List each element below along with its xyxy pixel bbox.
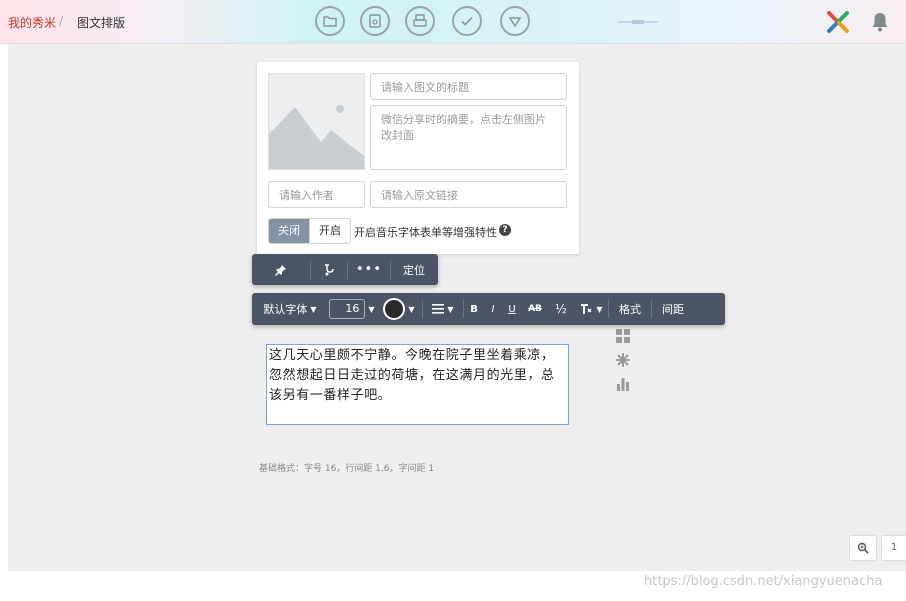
top-bar: 我的秀米 / 图文排版 bbox=[0, 0, 906, 44]
font-size-value[interactable]: 16 bbox=[329, 299, 366, 319]
check-icon bbox=[461, 16, 473, 26]
align-justify-icon bbox=[432, 304, 445, 314]
toggle-off-button[interactable]: 关闭 bbox=[269, 219, 309, 243]
locate-button[interactable]: 定位 bbox=[391, 254, 437, 285]
position-toolbar: ••• 定位 bbox=[252, 254, 438, 285]
print-icon bbox=[413, 14, 427, 27]
image-placeholder-icon bbox=[269, 105, 364, 169]
breadcrumb-root[interactable]: 我的秀米 bbox=[8, 14, 56, 31]
text-color-picker[interactable]: ▼ bbox=[376, 293, 422, 325]
zoom-in-icon bbox=[857, 542, 869, 554]
watermark-text: https://blog.csdn.net/xiangyuenacha bbox=[644, 574, 883, 589]
italic-button[interactable]: I bbox=[484, 293, 502, 325]
preview-icon bbox=[369, 14, 381, 28]
enhanced-features-label: 开启音乐字体表单等增强特性 bbox=[354, 226, 497, 239]
text-effect-select[interactable]: ▼ bbox=[574, 293, 608, 325]
author-input[interactable]: 请输入作者 bbox=[268, 181, 365, 208]
original-link-input[interactable]: 请输入原文链接 bbox=[370, 181, 567, 208]
font-family-select[interactable]: 默认字体 ▼ bbox=[252, 293, 328, 325]
strikethrough-button[interactable]: AB bbox=[522, 293, 548, 325]
more-dropdown-button[interactable] bbox=[500, 6, 530, 36]
print-button[interactable] bbox=[405, 6, 435, 36]
grid-layout-icon[interactable] bbox=[615, 328, 631, 344]
xiumi-logo-icon[interactable] bbox=[826, 10, 850, 34]
format-button[interactable]: 格式 bbox=[609, 293, 651, 325]
bold-button[interactable]: B bbox=[464, 293, 484, 325]
pin-icon bbox=[275, 264, 286, 276]
dropdown-circle-icon bbox=[508, 17, 522, 28]
caret-down-icon: ▼ bbox=[368, 304, 375, 314]
summary-input[interactable]: 微信分享时的摘要，点击左侧图片改封面 bbox=[370, 105, 567, 170]
caret-down-icon: ▼ bbox=[447, 304, 454, 314]
help-icon[interactable]: ? bbox=[499, 224, 511, 236]
text-effect-icon bbox=[581, 304, 592, 314]
preview-button[interactable] bbox=[360, 6, 390, 36]
align-select[interactable]: ▼ bbox=[423, 293, 463, 325]
link-button[interactable] bbox=[311, 254, 347, 285]
folder-icon bbox=[323, 16, 337, 27]
zoom-button[interactable] bbox=[849, 535, 877, 561]
zoom-level-button[interactable]: 1 bbox=[881, 535, 906, 561]
breadcrumb-separator: / bbox=[59, 14, 64, 28]
save-check-button[interactable] bbox=[452, 6, 482, 36]
title-input[interactable]: 请输入图文的标题 bbox=[370, 73, 567, 100]
enhanced-features-toggle: 关闭 开启 bbox=[268, 218, 351, 244]
cover-image[interactable] bbox=[268, 73, 365, 170]
more-options-button[interactable]: ••• bbox=[348, 254, 390, 285]
fraction-button[interactable]: ½ bbox=[548, 293, 574, 325]
caret-down-icon: ▼ bbox=[408, 304, 415, 314]
article-body-editor[interactable]: 这几天心里颇不宁静。今晚在院子里坐着乘凉，忽然想起日日走过的荷塘，在这满月的光里… bbox=[266, 344, 569, 425]
bar-chart-icon[interactable] bbox=[615, 376, 631, 392]
underline-button[interactable]: U bbox=[502, 293, 522, 325]
caret-down-icon: ▼ bbox=[596, 304, 603, 314]
font-size-select[interactable]: 16 ▼ bbox=[328, 293, 376, 325]
format-toolbar: 默认字体 ▼ 16 ▼ ▼ ▼ B I U AB ½ ▼ 格式 间距 bbox=[252, 293, 725, 325]
spacing-button[interactable]: 间距 bbox=[652, 293, 694, 325]
folder-button[interactable] bbox=[315, 6, 345, 36]
decorative-line bbox=[618, 20, 658, 24]
pin-button[interactable] bbox=[252, 254, 310, 285]
bell-icon[interactable] bbox=[870, 11, 890, 33]
font-family-value: 默认字体 bbox=[263, 303, 308, 316]
caret-down-icon: ▼ bbox=[310, 304, 317, 314]
text-color-swatch bbox=[383, 298, 406, 320]
base-format-info: 基础格式：字号 16，行间距 1.6，字间距 1 bbox=[259, 464, 435, 474]
side-tool-icons bbox=[615, 328, 633, 400]
link-icon bbox=[325, 263, 334, 275]
sparkle-icon[interactable] bbox=[615, 352, 631, 368]
article-meta-card: 请输入图文的标题 微信分享时的摘要，点击左侧图片改封面 请输入作者 请输入原文链… bbox=[257, 62, 579, 254]
toggle-on-button[interactable]: 开启 bbox=[309, 219, 350, 243]
breadcrumb-current: 图文排版 bbox=[77, 16, 126, 30]
